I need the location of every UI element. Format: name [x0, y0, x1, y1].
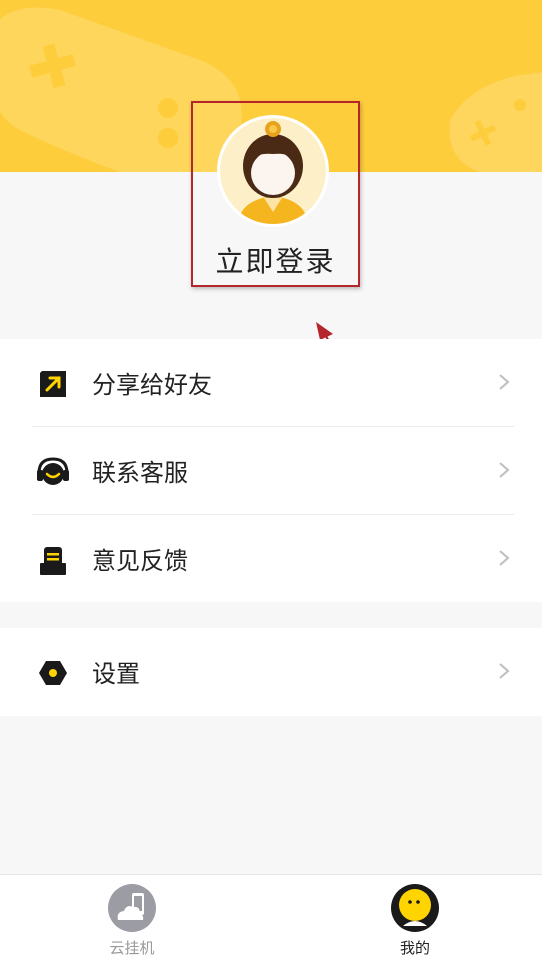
menu-card-secondary: 设置	[0, 628, 542, 716]
tab-mine[interactable]: 我的	[355, 875, 475, 967]
cloud-phone-icon	[108, 884, 156, 932]
menu-item-label: 意见反馈	[92, 547, 188, 575]
feedback-icon	[40, 547, 66, 575]
menu-item-contact-service[interactable]: 联系客服	[0, 427, 542, 515]
chevron-right-icon	[499, 374, 510, 390]
menu-item-feedback[interactable]: 意见反馈	[0, 515, 542, 603]
mine-face-icon	[391, 884, 439, 932]
menu-item-settings[interactable]: 设置	[0, 628, 542, 716]
chevron-right-icon	[499, 550, 510, 566]
menu-item-label: 联系客服	[92, 459, 188, 487]
chevron-right-icon	[499, 462, 510, 478]
chevron-right-icon	[499, 663, 510, 679]
menu-item-label: 设置	[92, 660, 140, 688]
tab-cloud-hosting[interactable]: 云挂机	[72, 875, 192, 967]
tab-label: 我的	[399, 939, 430, 957]
menu-item-label: 分享给好友	[92, 371, 212, 399]
headset-icon	[37, 457, 69, 485]
login-now-button[interactable]: 立即登录	[191, 240, 360, 280]
share-icon	[40, 371, 66, 397]
menu-item-share[interactable]: 分享给好友	[0, 339, 542, 427]
menu-card-primary: 分享给好友 联系客服 意见反馈	[0, 339, 542, 602]
bottom-tab-bar: 云挂机 我的	[0, 874, 542, 967]
tab-label: 云挂机	[109, 939, 155, 957]
settings-icon	[39, 661, 67, 685]
